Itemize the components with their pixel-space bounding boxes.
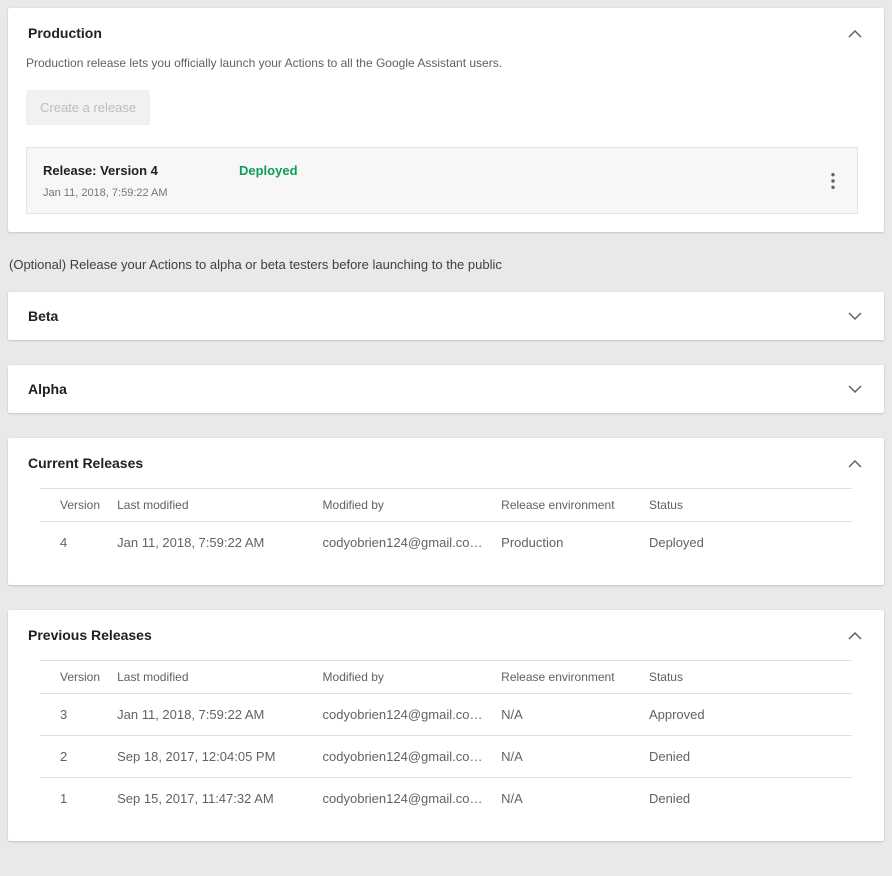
cell-modified-by: codyobrien124@gmail.co… (323, 778, 502, 820)
table-row: 2 Sep 18, 2017, 12:04:05 PM codyobrien12… (40, 736, 852, 778)
table-header-row: Version Last modified Modified by Releas… (40, 661, 852, 694)
cell-version: 2 (40, 736, 117, 778)
column-header-version: Version (40, 489, 117, 522)
current-releases-table: Version Last modified Modified by Releas… (40, 488, 852, 563)
cell-version: 3 (40, 694, 117, 736)
current-releases-table-wrap: Version Last modified Modified by Releas… (8, 488, 884, 585)
cell-release-environment: N/A (501, 694, 649, 736)
chevron-up-icon[interactable] (846, 457, 864, 470)
column-header-last-modified: Last modified (117, 661, 322, 694)
beta-card: Beta (8, 292, 884, 340)
current-releases-title: Current Releases (28, 455, 143, 471)
column-header-modified-by: Modified by (323, 661, 502, 694)
release-name: Release: Version 4 (43, 163, 239, 178)
cell-last-modified: Jan 11, 2018, 7:59:22 AM (117, 522, 322, 564)
previous-releases-title: Previous Releases (28, 627, 152, 643)
beta-title: Beta (28, 308, 58, 324)
previous-releases-table: Version Last modified Modified by Releas… (40, 660, 852, 819)
cell-version: 4 (40, 522, 117, 564)
previous-releases-card: Previous Releases Version Last modified … (8, 610, 884, 841)
column-header-last-modified: Last modified (117, 489, 322, 522)
beta-card-header[interactable]: Beta (8, 292, 884, 340)
column-header-status: Status (649, 661, 852, 694)
table-row: 3 Jan 11, 2018, 7:59:22 AM codyobrien124… (40, 694, 852, 736)
cell-release-environment: N/A (501, 778, 649, 820)
release-status-badge: Deployed (239, 163, 298, 178)
cell-last-modified: Sep 15, 2017, 11:47:32 AM (117, 778, 322, 820)
create-release-button[interactable]: Create a release (26, 90, 150, 125)
cell-status: Denied (649, 736, 852, 778)
chevron-down-icon[interactable] (846, 383, 864, 396)
cell-modified-by: codyobrien124@gmail.co… (323, 694, 502, 736)
alpha-card-header[interactable]: Alpha (8, 365, 884, 413)
production-description: Production release lets you officially l… (26, 56, 858, 70)
more-options-icon[interactable] (825, 168, 841, 193)
chevron-up-icon[interactable] (846, 629, 864, 642)
cell-status: Denied (649, 778, 852, 820)
alpha-title: Alpha (28, 381, 67, 397)
cell-status: Deployed (649, 522, 852, 564)
cell-version: 1 (40, 778, 117, 820)
cell-last-modified: Sep 18, 2017, 12:04:05 PM (117, 736, 322, 778)
column-header-status: Status (649, 489, 852, 522)
cell-status: Approved (649, 694, 852, 736)
table-header-row: Version Last modified Modified by Releas… (40, 489, 852, 522)
previous-releases-table-wrap: Version Last modified Modified by Releas… (8, 660, 884, 841)
chevron-down-icon[interactable] (846, 310, 864, 323)
column-header-modified-by: Modified by (323, 489, 502, 522)
column-header-release-environment: Release environment (501, 489, 649, 522)
release-info: Release: Version 4 Jan 11, 2018, 7:59:22… (43, 163, 239, 199)
cell-last-modified: Jan 11, 2018, 7:59:22 AM (117, 694, 322, 736)
optional-note: (Optional) Release your Actions to alpha… (9, 257, 884, 272)
current-releases-card-header[interactable]: Current Releases (8, 438, 884, 488)
production-card-body: Production release lets you officially l… (8, 56, 884, 232)
table-row: 1 Sep 15, 2017, 11:47:32 AM codyobrien12… (40, 778, 852, 820)
alpha-card: Alpha (8, 365, 884, 413)
column-header-release-environment: Release environment (501, 661, 649, 694)
current-releases-card: Current Releases Version Last modified M… (8, 438, 884, 585)
chevron-up-icon[interactable] (846, 27, 864, 40)
cell-release-environment: N/A (501, 736, 649, 778)
production-card-header[interactable]: Production (8, 8, 884, 58)
cell-modified-by: codyobrien124@gmail.co… (323, 736, 502, 778)
previous-releases-card-header[interactable]: Previous Releases (8, 610, 884, 660)
deployed-release-row: Release: Version 4 Jan 11, 2018, 7:59:22… (26, 147, 858, 214)
cell-modified-by: codyobrien124@gmail.co… (323, 522, 502, 564)
column-header-version: Version (40, 661, 117, 694)
production-title: Production (28, 25, 102, 41)
table-row: 4 Jan 11, 2018, 7:59:22 AM codyobrien124… (40, 522, 852, 564)
release-date: Jan 11, 2018, 7:59:22 AM (43, 187, 239, 199)
cell-release-environment: Production (501, 522, 649, 564)
production-card: Production Production release lets you o… (8, 8, 884, 232)
